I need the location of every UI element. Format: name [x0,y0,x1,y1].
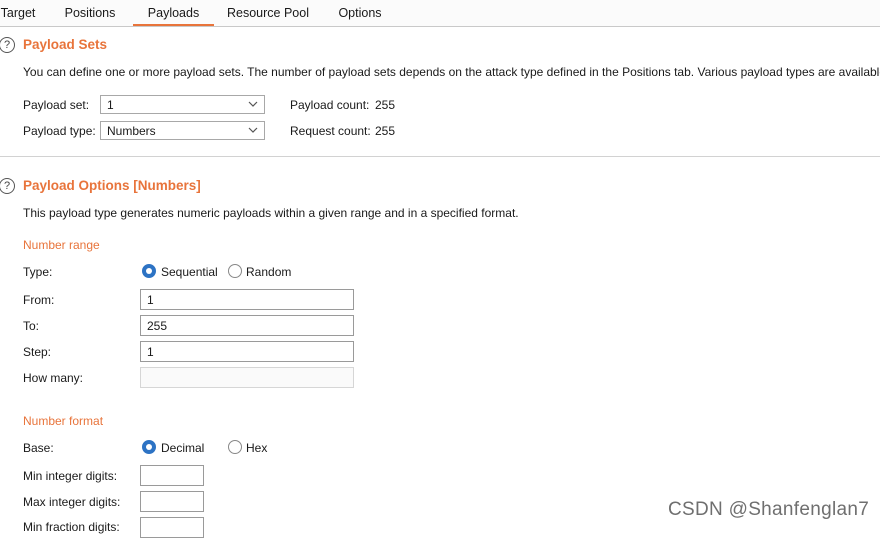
min-fraction-digits-field[interactable] [140,517,204,538]
tab-bar: Target Positions Payloads Resource Pool … [0,0,880,27]
base-label: Base: [23,441,54,455]
payload-count-value: 255 [375,98,396,112]
from-value: 1 [147,293,154,307]
payload-set-select[interactable]: 1 [100,95,265,114]
radio-random-label[interactable]: Random [246,265,291,279]
radio-sequential[interactable] [142,264,156,278]
payload-count-label: Payload count: [290,98,370,112]
payload-options-description: This payload type generates numeric payl… [23,206,519,220]
min-integer-digits-field[interactable] [140,465,204,486]
how-many-field [140,367,354,388]
request-count-value: 255 [375,124,396,138]
radio-decimal-label[interactable]: Decimal [161,441,204,455]
number-format-heading: Number format [23,414,104,428]
step-value: 1 [147,345,154,359]
to-field[interactable]: 255 [140,315,354,336]
tab-target[interactable]: Target [0,0,36,26]
radio-sequential-label[interactable]: Sequential [161,265,218,279]
payload-sets-description: You can define one or more payload sets.… [23,65,880,79]
payload-set-label: Payload set: [23,98,90,112]
request-count-label: Request count: [290,124,371,138]
payload-type-label: Payload type: [23,124,96,138]
radio-hex-label[interactable]: Hex [246,441,267,455]
payload-options-title: Payload Options [Numbers] [23,178,201,193]
radio-decimal[interactable] [142,440,156,454]
tab-resource-pool[interactable]: Resource Pool [220,0,316,26]
payload-sets-title: Payload Sets [23,37,108,52]
min-fraction-digits-label: Min fraction digits: [23,520,120,534]
section-divider [0,156,880,157]
step-label: Step: [23,345,52,359]
tab-options[interactable]: Options [330,0,390,26]
from-label: From: [23,293,55,307]
number-range-heading: Number range [23,238,100,252]
chevron-down-icon [248,101,258,107]
to-label: To: [23,319,40,333]
tab-positions[interactable]: Positions [52,0,128,26]
help-icon[interactable]: ? [0,37,15,53]
radio-random[interactable] [228,264,242,278]
payload-type-select[interactable]: Numbers [100,121,265,140]
max-integer-digits-field[interactable] [140,491,204,512]
min-integer-digits-label: Min integer digits: [23,469,118,483]
payload-set-value: 1 [107,98,114,112]
help-icon[interactable]: ? [0,178,15,194]
tab-payloads[interactable]: Payloads [133,0,214,26]
from-field[interactable]: 1 [140,289,354,310]
radio-hex[interactable] [228,440,242,454]
watermark: CSDN @Shanfenglan7 [668,499,870,520]
chevron-down-icon [248,127,258,133]
how-many-label: How many: [23,371,84,385]
type-label: Type: [23,265,53,279]
max-integer-digits-label: Max integer digits: [23,495,121,509]
payload-type-value: Numbers [107,124,156,138]
to-value: 255 [147,319,168,333]
step-field[interactable]: 1 [140,341,354,362]
